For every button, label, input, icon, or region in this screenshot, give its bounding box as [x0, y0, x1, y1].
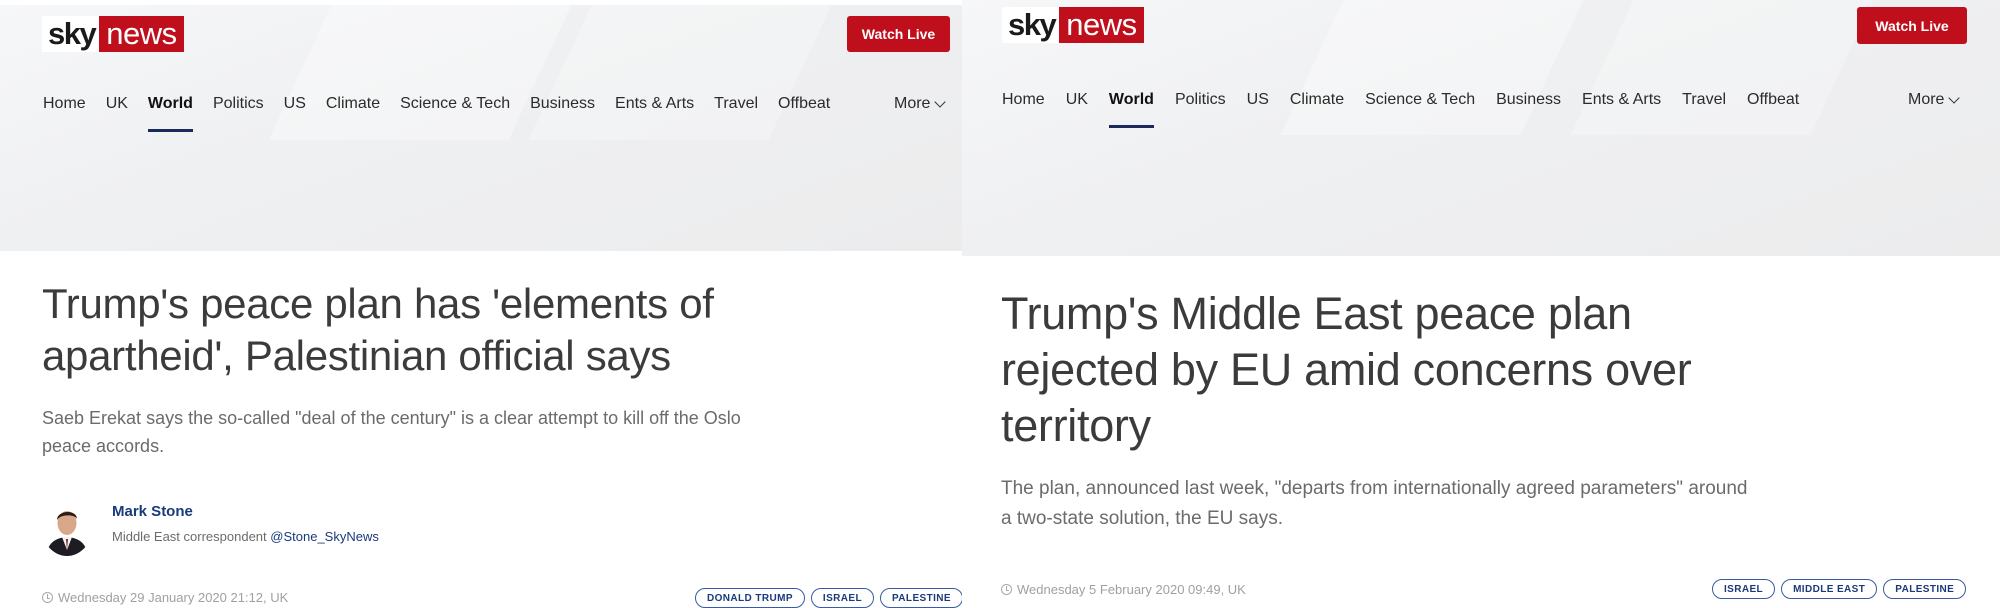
- author-name-link[interactable]: Mark Stone: [112, 503, 379, 520]
- logo-sky-text: sky: [42, 16, 100, 52]
- nav-item-world[interactable]: World: [1108, 91, 1154, 128]
- tag-middle-east[interactable]: MIDDLE EAST: [1781, 579, 1878, 599]
- article-standfirst: The plan, announced last week, "departs …: [1001, 478, 1748, 529]
- masthead-decoration: [1280, 0, 1584, 135]
- nav-item-politics[interactable]: Politics: [213, 95, 264, 113]
- nav-item-ents-arts[interactable]: Ents & Arts: [615, 95, 694, 113]
- watch-live-button[interactable]: Watch Live: [1857, 7, 1967, 44]
- main-nav: Home UK World Politics US Climate Scienc…: [43, 95, 850, 132]
- more-menu-button[interactable]: More: [894, 95, 947, 113]
- nav-item-us[interactable]: US: [284, 95, 306, 113]
- author-title: Middle East correspondent: [112, 529, 267, 544]
- nav-item-science-tech[interactable]: Science & Tech: [1365, 91, 1475, 109]
- masthead-decoration: [1570, 0, 1874, 135]
- nav-item-travel[interactable]: Travel: [1682, 91, 1726, 109]
- nav-item-uk[interactable]: UK: [1066, 91, 1088, 109]
- nav-item-home[interactable]: Home: [1002, 91, 1045, 109]
- nav-item-travel[interactable]: Travel: [714, 95, 758, 113]
- article-timestamp: Wednesday 5 February 2020 09:49, UK: [1001, 582, 1246, 597]
- nav-item-offbeat[interactable]: Offbeat: [778, 95, 830, 113]
- nav-item-home[interactable]: Home: [43, 95, 86, 113]
- author-twitter-handle[interactable]: @Stone_SkyNews: [270, 529, 379, 544]
- nav-item-us[interactable]: US: [1247, 91, 1269, 109]
- author-role: Middle East correspondent @Stone_SkyNews: [112, 529, 379, 544]
- nav-item-business[interactable]: Business: [530, 95, 595, 113]
- clock-icon: [1001, 584, 1012, 595]
- topic-tags: DONALD TRUMP ISRAEL PALESTINE: [695, 588, 962, 608]
- tag-palestine[interactable]: PALESTINE: [879, 588, 962, 608]
- nav-item-climate[interactable]: Climate: [326, 95, 380, 113]
- nav-item-business[interactable]: Business: [1496, 91, 1561, 109]
- nav-item-ents-arts[interactable]: Ents & Arts: [1582, 91, 1661, 109]
- sky-news-logo[interactable]: sky news: [42, 16, 184, 52]
- tag-palestine[interactable]: PALESTINE: [1883, 579, 1967, 599]
- tag-israel[interactable]: ISRAEL: [1712, 579, 1776, 599]
- author-byline: Mark Stone Middle East correspondent @St…: [42, 500, 379, 556]
- article-screenshot-right: sky news Watch Live Home UK World Politi…: [962, 0, 2000, 608]
- tag-donald-trump[interactable]: DONALD TRUMP: [695, 588, 805, 608]
- more-menu-button[interactable]: More: [1908, 91, 1961, 109]
- chevron-down-icon: [934, 96, 947, 108]
- timestamp-text: Wednesday 5 February 2020 09:49, UK: [1017, 582, 1246, 597]
- main-nav: Home UK World Politics US Climate Scienc…: [1002, 91, 1820, 128]
- article-headline: Trump's Middle East peace plan rejected …: [1001, 288, 1692, 451]
- article-timestamp: Wednesday 29 January 2020 21:12, UK: [42, 590, 288, 605]
- watch-live-button[interactable]: Watch Live: [847, 16, 950, 52]
- tag-israel[interactable]: ISRAEL: [810, 588, 874, 608]
- nav-item-politics[interactable]: Politics: [1175, 91, 1226, 109]
- masthead-decoration: [528, 5, 832, 140]
- nav-item-uk[interactable]: UK: [106, 95, 128, 113]
- nav-item-world[interactable]: World: [147, 95, 193, 132]
- nav-item-offbeat[interactable]: Offbeat: [1747, 91, 1799, 109]
- author-avatar[interactable]: [42, 500, 92, 556]
- logo-sky-text: sky: [1002, 7, 1060, 43]
- article-headline: Trump's peace plan has 'elements of apar…: [42, 280, 714, 379]
- author-photo-icon: [42, 500, 92, 556]
- timestamp-text: Wednesday 29 January 2020 21:12, UK: [58, 590, 289, 605]
- chevron-down-icon: [1948, 92, 1961, 104]
- clock-icon: [42, 592, 53, 603]
- masthead-decoration: [268, 5, 572, 140]
- logo-news-text: news: [1059, 7, 1144, 43]
- article-screenshot-left: sky news Watch Live Home UK World Politi…: [0, 0, 962, 608]
- sky-news-logo[interactable]: sky news: [1002, 7, 1144, 43]
- nav-item-science-tech[interactable]: Science & Tech: [400, 95, 510, 113]
- topic-tags: ISRAEL MIDDLE EAST PALESTINE: [1712, 579, 1967, 599]
- more-label: More: [894, 95, 931, 112]
- more-label: More: [1908, 91, 1945, 108]
- article-standfirst: Saeb Erekat says the so-called "deal of …: [42, 408, 741, 456]
- logo-news-text: news: [99, 16, 184, 52]
- nav-item-climate[interactable]: Climate: [1290, 91, 1344, 109]
